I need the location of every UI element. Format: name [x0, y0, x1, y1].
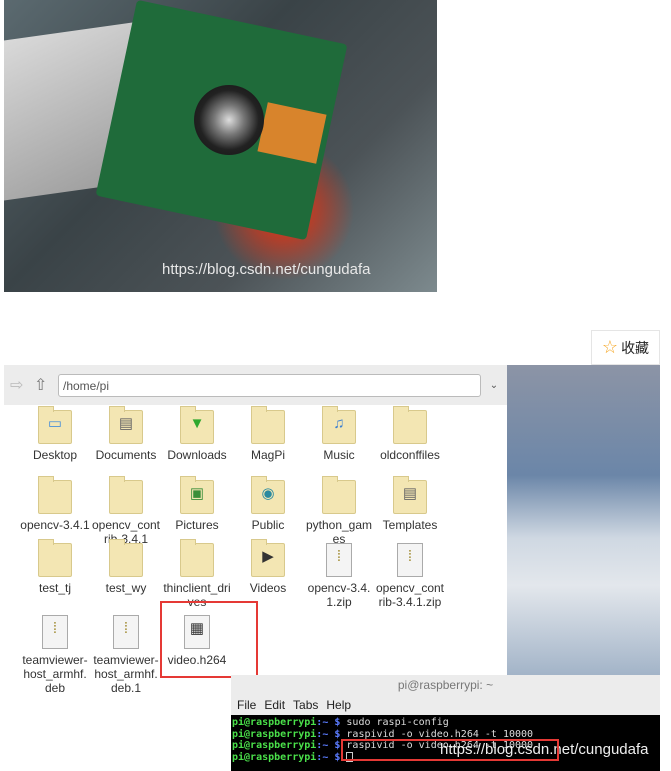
file-label: Videos — [249, 581, 287, 595]
file-item[interactable]: oldconffiles — [375, 406, 445, 462]
file-item[interactable]: ◉ Public — [233, 476, 303, 532]
location-bar: ⇨ ⇧ /home/pi ⌄ — [4, 365, 507, 405]
file-item[interactable]: thinclient_drives — [162, 539, 232, 609]
file-item[interactable]: ▭ Desktop — [20, 406, 90, 462]
favorite-button[interactable]: ☆ 收藏 — [591, 330, 660, 365]
menu-edit[interactable]: Edit — [264, 698, 285, 712]
camera-module-photo: https://blog.csdn.net/cungudafa — [4, 0, 437, 292]
folder-icon — [251, 406, 285, 444]
file-label: Desktop — [32, 448, 78, 462]
file-item[interactable]: ⁞ teamviewer-host_armhf.deb.1 — [91, 615, 161, 695]
desktop-wallpaper — [507, 365, 660, 680]
menu-tabs[interactable]: Tabs — [293, 698, 318, 712]
camera-lens — [194, 85, 264, 155]
folder-icon: ▶ — [251, 539, 285, 577]
file-label: teamviewer-host_armhf.deb — [22, 653, 88, 695]
file-label: test_tj — [38, 581, 71, 595]
folder-icon — [180, 539, 214, 577]
file-item[interactable]: ⁞ opencv-3.4.1.zip — [304, 543, 374, 609]
file-label: opencv-3.4.1 — [20, 518, 90, 532]
file-item[interactable]: ▣ Pictures — [162, 476, 232, 532]
file-label: Downloads — [167, 448, 227, 462]
file-item[interactable]: ♫ Music — [304, 406, 374, 462]
file-item[interactable]: opencv-3.4.1 — [20, 476, 90, 532]
folder-icon: ▭ — [38, 406, 72, 444]
path-input[interactable]: /home/pi — [58, 373, 481, 397]
file-label: opencv_contrib-3.4.1 — [91, 518, 161, 546]
archive-icon: ⁞ — [42, 615, 68, 649]
file-item[interactable]: ⁞ teamviewer-host_armhf.deb — [20, 615, 90, 695]
file-item[interactable]: opencv_contrib-3.4.1 — [91, 476, 161, 546]
file-item[interactable]: python_games — [304, 476, 374, 546]
terminal-line: pi@raspberrypi:~ $ sudo raspi-config — [232, 717, 449, 728]
folder-icon — [109, 476, 143, 514]
chevron-down-icon[interactable]: ⌄ — [487, 380, 501, 391]
menu-help[interactable]: Help — [326, 698, 351, 712]
folder-icon — [38, 539, 72, 577]
terminal-menu: File Edit Tabs Help — [231, 695, 660, 715]
archive-icon: ⁞ — [397, 543, 423, 577]
file-item[interactable]: ▼ Downloads — [162, 406, 232, 462]
file-item[interactable]: ⁞ opencv_contrib-3.4.1.zip — [375, 543, 445, 609]
file-label: Documents — [95, 448, 157, 462]
up-arrow-icon[interactable]: ⇧ — [34, 375, 52, 395]
folder-icon: ▤ — [393, 476, 427, 514]
highlight-box-file — [160, 601, 258, 678]
file-label: test_wy — [105, 581, 147, 595]
file-label: python_games — [305, 518, 373, 546]
favorite-label: 收藏 — [621, 339, 650, 356]
forward-arrow-icon[interactable]: ⇨ — [10, 375, 28, 395]
file-label: MagPi — [250, 448, 285, 462]
folder-icon: ◉ — [251, 476, 285, 514]
star-icon: ☆ — [601, 337, 619, 357]
file-label: opencv_contrib-3.4.1.zip — [375, 581, 445, 609]
menu-file[interactable]: File — [237, 698, 256, 712]
file-label: Templates — [382, 518, 438, 532]
archive-icon: ⁞ — [326, 543, 352, 577]
file-label: teamviewer-host_armhf.deb.1 — [93, 653, 159, 695]
file-label: oldconffiles — [380, 448, 440, 462]
file-item[interactable]: ▤ Documents — [91, 406, 161, 462]
highlight-box-command — [341, 739, 559, 761]
folder-icon — [38, 476, 72, 514]
file-label: Music — [323, 448, 355, 462]
folder-icon: ▼ — [180, 406, 214, 444]
file-item[interactable]: test_wy — [91, 539, 161, 595]
folder-icon — [393, 406, 427, 444]
file-label: Pictures — [175, 518, 219, 532]
watermark: https://blog.csdn.net/cungudafa — [162, 261, 371, 278]
file-item[interactable]: test_tj — [20, 539, 90, 595]
file-item[interactable]: MagPi — [233, 406, 303, 462]
folder-icon: ▤ — [109, 406, 143, 444]
folder-icon: ▣ — [180, 476, 214, 514]
archive-icon: ⁞ — [113, 615, 139, 649]
folder-icon: ♫ — [322, 406, 356, 444]
file-label: opencv-3.4.1.zip — [307, 581, 371, 609]
terminal-title: pi@raspberrypi: ~ — [231, 675, 660, 695]
folder-icon — [109, 539, 143, 577]
file-label: Public — [251, 518, 285, 532]
folder-icon — [322, 476, 356, 514]
file-item[interactable]: ▤ Templates — [375, 476, 445, 532]
file-item[interactable]: ▶ Videos — [233, 539, 303, 595]
